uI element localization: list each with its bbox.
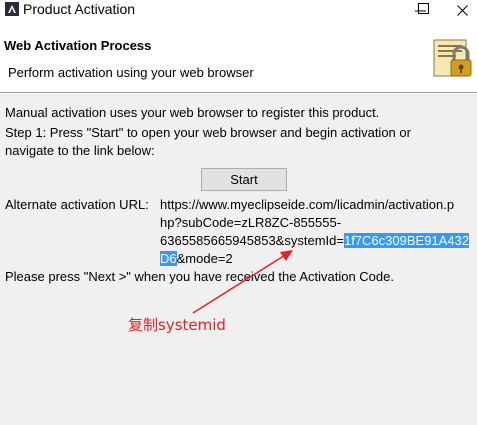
next-hint-text: Please press "Next >" when you have rece… xyxy=(5,269,394,284)
close-icon xyxy=(456,4,468,16)
intro-text: Manual activation uses your web browser … xyxy=(5,105,380,120)
title-bar: Product Activation xyxy=(0,0,477,20)
step1-text-line2: navigate to the link below: xyxy=(5,143,155,158)
wizard-header: Web Activation Process Perform activatio… xyxy=(0,20,477,92)
url-line-3: 6365585665945853&systemId=1f7C6c309BE91A… xyxy=(160,232,470,250)
page-title: Web Activation Process xyxy=(4,38,152,53)
license-lock-icon xyxy=(433,39,472,77)
page-description: Perform activation using your web browse… xyxy=(8,65,254,80)
selected-systemid-part2: D6 xyxy=(160,251,177,266)
selected-systemid-part1: 1f7C6c309BE91A432 xyxy=(343,233,470,248)
start-button[interactable]: Start xyxy=(201,168,287,191)
url-line-3-plain: 6365585665945853&systemId= xyxy=(160,233,344,248)
eclipse-app-icon xyxy=(5,2,19,16)
window-title: Product Activation xyxy=(23,1,136,17)
wizard-content: Manual activation uses your web browser … xyxy=(0,94,477,425)
maximize-icon[interactable] xyxy=(418,3,429,14)
annotation-copy-systemid: 复制systemid xyxy=(128,316,226,334)
close-button[interactable] xyxy=(447,0,477,20)
url-line-1: https://www.myeclipseide.com/licadmin/ac… xyxy=(160,197,455,212)
url-line-4: D6&mode=2 xyxy=(160,250,233,268)
step1-text-line1: Step 1: Press "Start" to open your web b… xyxy=(5,125,411,140)
url-line-2: hp?subCode=zLR8ZC-855555- xyxy=(160,215,342,230)
url-line-4-plain: &mode=2 xyxy=(176,251,233,266)
alternate-url-label: Alternate activation URL: xyxy=(5,197,149,212)
arrow-head xyxy=(280,250,293,261)
